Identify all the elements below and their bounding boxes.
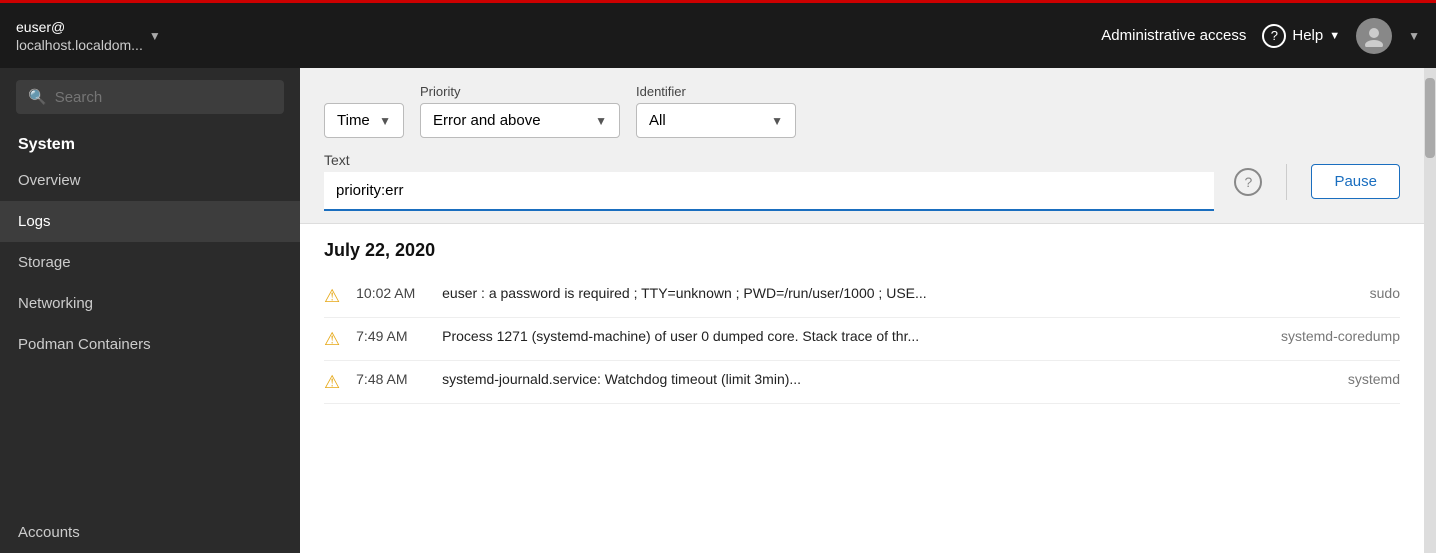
sidebar-item-logs[interactable]: Logs (0, 201, 300, 242)
log-warning-icon: ⚠ (324, 329, 340, 350)
help-dropdown-arrow: ▼ (1329, 30, 1340, 42)
log-date: July 22, 2020 (324, 240, 1400, 261)
log-time: 7:49 AM (356, 328, 426, 344)
filters-row2: Text ? Pause (324, 152, 1400, 211)
text-label: Text (324, 152, 1214, 168)
admin-access-label: Administrative access (1101, 27, 1246, 44)
filters-bar: Time ▼ Priority Error and above ▼ Identi… (300, 68, 1424, 224)
identifier-dropdown[interactable]: All ▼ (636, 103, 796, 138)
sidebar: 🔍 System Overview Logs Storage Networkin… (0, 68, 300, 553)
filters-row1: Time ▼ Priority Error and above ▼ Identi… (324, 84, 1400, 138)
help-label: Help (1292, 27, 1323, 44)
priority-value: Error and above (433, 112, 589, 129)
log-time: 7:48 AM (356, 371, 426, 387)
user-dropdown-arrow: ▼ (149, 29, 161, 43)
identifier-label: Identifier (636, 84, 796, 99)
pause-button[interactable]: Pause (1311, 164, 1400, 199)
nav-section-system: System (0, 126, 300, 160)
identifier-filter-group: Identifier All ▼ (636, 84, 796, 138)
scrollbar[interactable] (1424, 68, 1436, 553)
help-circle-icon: ? (1262, 24, 1286, 48)
priority-dropdown[interactable]: Error and above ▼ (420, 103, 620, 138)
sidebar-item-storage[interactable]: Storage (0, 242, 300, 283)
priority-label: Priority (420, 84, 620, 99)
sidebar-item-accounts[interactable]: Accounts (0, 512, 300, 553)
log-message: Process 1271 (systemd-machine) of user 0… (442, 328, 1254, 344)
log-entry-0: ⚠ 10:02 AM euser : a password is require… (324, 275, 1400, 318)
log-time: 10:02 AM (356, 285, 426, 301)
identifier-caret-icon: ▼ (771, 114, 783, 128)
log-area: July 22, 2020 ⚠ 10:02 AM euser : a passw… (300, 224, 1424, 553)
avatar-dropdown-arrow: ▼ (1408, 29, 1420, 43)
content-area: Time ▼ Priority Error and above ▼ Identi… (300, 68, 1424, 553)
time-dropdown[interactable]: Time ▼ (324, 103, 404, 138)
search-box[interactable]: 🔍 (16, 80, 284, 114)
priority-caret-icon: ▼ (595, 114, 607, 128)
log-message: euser : a password is required ; TTY=unk… (442, 285, 1254, 301)
log-entries: ⚠ 10:02 AM euser : a password is require… (324, 275, 1400, 404)
time-value: Time (337, 112, 373, 129)
scrollbar-thumb (1425, 78, 1435, 158)
time-caret-icon: ▼ (379, 114, 391, 128)
username: euser@ (16, 18, 143, 36)
main-layout: 🔍 System Overview Logs Storage Networkin… (0, 68, 1436, 553)
identifier-value: All (649, 112, 765, 129)
user-avatar[interactable] (1356, 18, 1392, 54)
log-entry-2: ⚠ 7:48 AM systemd-journald.service: Watc… (324, 361, 1400, 404)
user-menu[interactable]: euser@ localhost.localdom... ▼ (16, 18, 161, 52)
vertical-divider (1286, 164, 1287, 200)
hostname: localhost.localdom... (16, 37, 143, 53)
text-filter-input[interactable] (324, 172, 1214, 211)
log-source: systemd (1270, 371, 1400, 387)
log-message: systemd-journald.service: Watchdog timeo… (442, 371, 1254, 387)
topbar: euser@ localhost.localdom... ▼ Administr… (0, 0, 1436, 68)
log-warning-icon: ⚠ (324, 286, 340, 307)
sidebar-item-networking[interactable]: Networking (0, 283, 300, 324)
avatar-icon (1363, 25, 1385, 47)
time-filter-group: Time ▼ (324, 103, 404, 138)
help-button[interactable]: ? Help ▼ (1262, 24, 1340, 48)
text-filter-group: Text (324, 152, 1214, 211)
text-filter-help-icon[interactable]: ? (1234, 168, 1262, 196)
sidebar-item-overview[interactable]: Overview (0, 160, 300, 201)
priority-filter-group: Priority Error and above ▼ (420, 84, 620, 138)
search-input[interactable] (55, 89, 272, 106)
log-warning-icon: ⚠ (324, 372, 340, 393)
log-source: systemd-coredump (1270, 328, 1400, 344)
log-entry-1: ⚠ 7:49 AM Process 1271 (systemd-machine)… (324, 318, 1400, 361)
search-icon: 🔍 (28, 88, 47, 106)
sidebar-item-podman[interactable]: Podman Containers (0, 324, 300, 365)
text-input-wrap (324, 172, 1214, 211)
topbar-right: Administrative access ? Help ▼ ▼ (1101, 18, 1420, 54)
log-source: sudo (1270, 285, 1400, 301)
